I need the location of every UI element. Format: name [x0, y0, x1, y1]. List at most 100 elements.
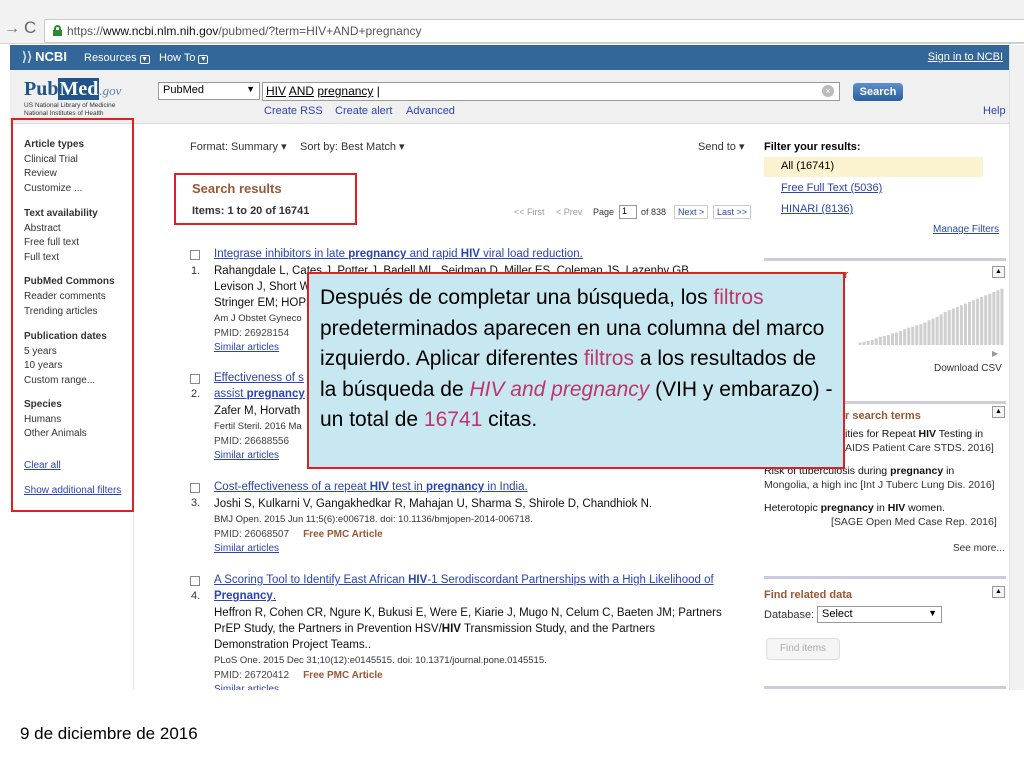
year-bar[interactable]: [996, 290, 1000, 345]
back-arrow-icon[interactable]: →: [4, 20, 20, 38]
filter-free-full-text-link[interactable]: Free Full Text (5036): [781, 182, 882, 194]
format-menu[interactable]: Format: Summary ▾: [190, 140, 287, 153]
collapse-icon[interactable]: ▲: [992, 266, 1005, 278]
year-bar[interactable]: [988, 293, 992, 345]
year-bar[interactable]: [907, 327, 911, 345]
year-bar[interactable]: [976, 298, 980, 345]
year-bar[interactable]: [931, 318, 935, 345]
year-bar[interactable]: [992, 291, 996, 345]
database-select[interactable]: PubMed ▼: [158, 82, 260, 100]
result-title-link[interactable]: Effectiveness of s: [214, 372, 304, 384]
ncbi-logo[interactable]: ⟩⟩ NCBI: [22, 49, 67, 65]
similar-articles-link[interactable]: Similar articles: [214, 450, 279, 461]
address-bar[interactable]: https://www.ncbi.nlm.nih.gov/pubmed/?ter…: [44, 19, 1024, 43]
search-button[interactable]: Search: [853, 83, 903, 101]
year-bar[interactable]: [878, 336, 882, 345]
prev-page-button[interactable]: < Prev: [556, 207, 582, 217]
year-bar[interactable]: [1000, 288, 1004, 345]
page-number-input[interactable]: 1: [619, 205, 637, 219]
result-checkbox[interactable]: [190, 483, 200, 493]
resources-menu[interactable]: Resources ▼: [84, 52, 150, 64]
result-title-link[interactable]: assist pregnancy: [214, 388, 305, 400]
year-bar[interactable]: [959, 305, 963, 345]
result-title-link[interactable]: Pregnancy.: [214, 590, 276, 602]
year-bar[interactable]: [927, 320, 931, 345]
result-checkbox[interactable]: [190, 576, 200, 586]
last-page-button[interactable]: Last >>: [713, 205, 752, 219]
year-bar[interactable]: [972, 300, 976, 345]
year-bar[interactable]: [858, 342, 862, 345]
create-rss-link[interactable]: Create RSS: [264, 105, 323, 117]
year-bar[interactable]: [923, 322, 927, 345]
related-item-title[interactable]: ities for Repeat HIV Testing in: [845, 428, 983, 440]
see-more-link[interactable]: See more...: [953, 543, 1005, 554]
year-bar[interactable]: [984, 295, 988, 345]
similar-articles-link[interactable]: Similar articles: [214, 684, 279, 690]
result-title-link[interactable]: Integrase inhibitors in late pregnancy a…: [214, 248, 583, 260]
year-bar[interactable]: [890, 333, 894, 345]
browser-toolbar: → C https://www.ncbi.nlm.nih.gov/pubmed/…: [0, 0, 1024, 44]
first-page-button[interactable]: << First: [514, 207, 545, 217]
free-pmc-article-badge[interactable]: Free PMC Article: [303, 529, 383, 540]
collapse-icon[interactable]: ▲: [992, 406, 1005, 418]
similar-articles-link[interactable]: Similar articles: [214, 342, 279, 353]
year-bar[interactable]: [886, 335, 890, 345]
advanced-link[interactable]: Advanced: [406, 105, 455, 117]
year-bar[interactable]: [899, 330, 903, 345]
year-bar[interactable]: [903, 329, 907, 345]
result-pmid: PMID: 26068507 Free PMC Article: [214, 529, 383, 540]
download-csv-link[interactable]: Download CSV: [934, 363, 1002, 374]
year-bar[interactable]: [919, 324, 923, 345]
year-bar[interactable]: [939, 314, 943, 345]
result-source: BMJ Open. 2015 Jun 11;5(6):e006718. doi:…: [214, 514, 533, 525]
year-bar[interactable]: [955, 306, 959, 345]
year-bar[interactable]: [951, 308, 955, 345]
result-number: 1.: [191, 265, 201, 277]
similar-articles-link[interactable]: Similar articles: [214, 543, 279, 554]
result-title-link[interactable]: Cost-effectiveness of a repeat HIV test …: [214, 481, 528, 493]
year-bar[interactable]: [915, 325, 919, 345]
sort-menu[interactable]: Sort by: Best Match ▾: [300, 140, 405, 153]
lock-icon: [53, 25, 62, 36]
collapse-icon[interactable]: ▲: [992, 586, 1005, 598]
reload-icon[interactable]: C: [24, 18, 36, 38]
filter-all[interactable]: All (16741): [764, 157, 983, 177]
related-item-source: [SAGE Open Med Case Rep. 2016]: [831, 516, 997, 528]
related-database-select[interactable]: Select ▼: [817, 606, 942, 623]
result-source: PLoS One. 2015 Dec 31;10(12):e0145515. d…: [214, 655, 547, 666]
help-link[interactable]: Help: [983, 105, 1006, 117]
result-checkbox[interactable]: [190, 250, 200, 260]
result-checkbox[interactable]: [190, 374, 200, 384]
how-to-menu[interactable]: How To ▼: [159, 52, 209, 64]
year-bar[interactable]: [980, 296, 984, 345]
year-bar[interactable]: [943, 311, 947, 345]
result-title-link[interactable]: A Scoring Tool to Identify East African …: [214, 574, 714, 586]
year-bar[interactable]: [947, 310, 951, 345]
page-scrollbar[interactable]: [1009, 45, 1024, 690]
search-input[interactable]: HIV AND pregnancy | ×: [262, 82, 840, 101]
year-bar[interactable]: [895, 332, 899, 345]
clear-search-icon[interactable]: ×: [822, 85, 834, 97]
create-alert-link[interactable]: Create alert: [335, 105, 392, 117]
send-to-menu[interactable]: Send to ▾: [698, 140, 745, 153]
pubmed-logo[interactable]: PubMed.gov: [24, 78, 121, 101]
year-bar[interactable]: [963, 303, 967, 345]
year-bar[interactable]: [911, 326, 915, 345]
year-bar[interactable]: [935, 316, 939, 345]
manage-filters-link[interactable]: Manage Filters: [933, 224, 999, 235]
year-bar[interactable]: [968, 301, 972, 345]
related-item-title[interactable]: Heterotopic pregnancy in HIV women.: [764, 502, 945, 514]
year-bar[interactable]: [882, 335, 886, 345]
year-bar[interactable]: [870, 340, 874, 345]
year-bar[interactable]: [866, 340, 870, 345]
sign-in-link[interactable]: Sign in to NCBI: [928, 51, 1003, 63]
result-pmid: PMID: 26688556: [214, 436, 290, 447]
next-page-button[interactable]: Next >: [674, 205, 709, 219]
chart-scroll-right-icon[interactable]: ▶: [992, 349, 998, 358]
find-items-button[interactable]: Find items: [766, 638, 840, 660]
free-pmc-article-badge[interactable]: Free PMC Article: [303, 670, 383, 681]
filter-hinari-link[interactable]: HINARI (8136): [781, 203, 853, 215]
year-bar[interactable]: [874, 338, 878, 345]
results-by-year-chart[interactable]: [858, 287, 1004, 345]
year-bar[interactable]: [862, 341, 866, 345]
